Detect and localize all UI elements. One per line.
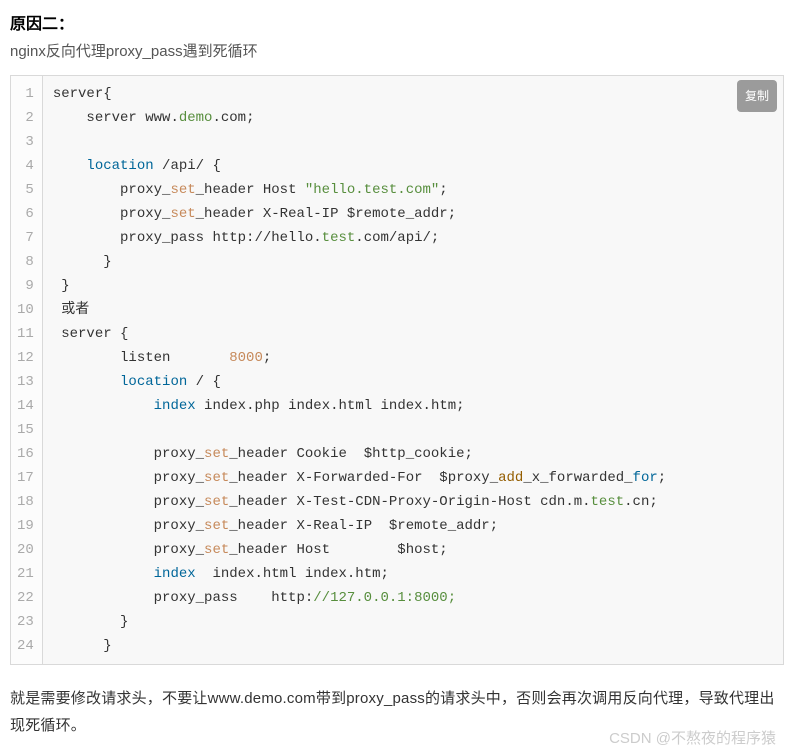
code-line: listen 8000; [53,346,773,370]
code-content: server{ server www.demo.com; location /a… [43,76,783,664]
line-number: 7 [17,226,34,250]
code-line: proxy_pass http://hello.test.com/api/; [53,226,773,250]
code-line: } [53,250,773,274]
code-line: server www.demo.com; [53,106,773,130]
code-line: index index.html index.htm; [53,562,773,586]
code-line: } [53,274,773,298]
code-line: 或者 [53,298,773,322]
line-number: 9 [17,274,34,298]
code-line: proxy_pass http://127.0.0.1:8000; [53,586,773,610]
code-line: } [53,610,773,634]
code-gutter: 123456789101112131415161718192021222324 [11,76,43,664]
line-number: 8 [17,250,34,274]
line-number: 24 [17,634,34,658]
code-line: server{ [53,82,773,106]
code-line: server { [53,322,773,346]
section-heading: 原因二： [10,10,784,34]
code-line: location / { [53,370,773,394]
code-line: index index.php index.html index.htm; [53,394,773,418]
code-line: } [53,634,773,658]
code-block: 复制 1234567891011121314151617181920212223… [10,75,784,665]
line-number: 1 [17,82,34,106]
line-number: 19 [17,514,34,538]
copy-button[interactable]: 复制 [737,80,777,112]
line-number: 23 [17,610,34,634]
code-line: location /api/ { [53,154,773,178]
line-number: 6 [17,202,34,226]
line-number: 13 [17,370,34,394]
code-line: proxy_set_header X-Real-IP $remote_addr; [53,514,773,538]
line-number: 12 [17,346,34,370]
code-line: proxy_set_header Cookie $http_cookie; [53,442,773,466]
line-number: 18 [17,490,34,514]
code-line: proxy_set_header X-Forwarded-For $proxy_… [53,466,773,490]
line-number: 16 [17,442,34,466]
line-number: 5 [17,178,34,202]
section-subtext: nginx反向代理proxy_pass遇到死循环 [10,40,784,61]
line-number: 4 [17,154,34,178]
line-number: 17 [17,466,34,490]
code-line: proxy_set_header Host "hello.test.com"; [53,178,773,202]
code-line: proxy_set_header X-Real-IP $remote_addr; [53,202,773,226]
line-number: 10 [17,298,34,322]
code-line [53,418,773,442]
line-number: 11 [17,322,34,346]
watermark-text: CSDN @不熬夜的程序猿 [10,727,784,748]
code-line [53,130,773,154]
line-number: 22 [17,586,34,610]
line-number: 21 [17,562,34,586]
line-number: 20 [17,538,34,562]
line-number: 15 [17,418,34,442]
line-number: 14 [17,394,34,418]
code-line: proxy_set_header Host $host; [53,538,773,562]
code-line: proxy_set_header X-Test-CDN-Proxy-Origin… [53,490,773,514]
line-number: 2 [17,106,34,130]
line-number: 3 [17,130,34,154]
